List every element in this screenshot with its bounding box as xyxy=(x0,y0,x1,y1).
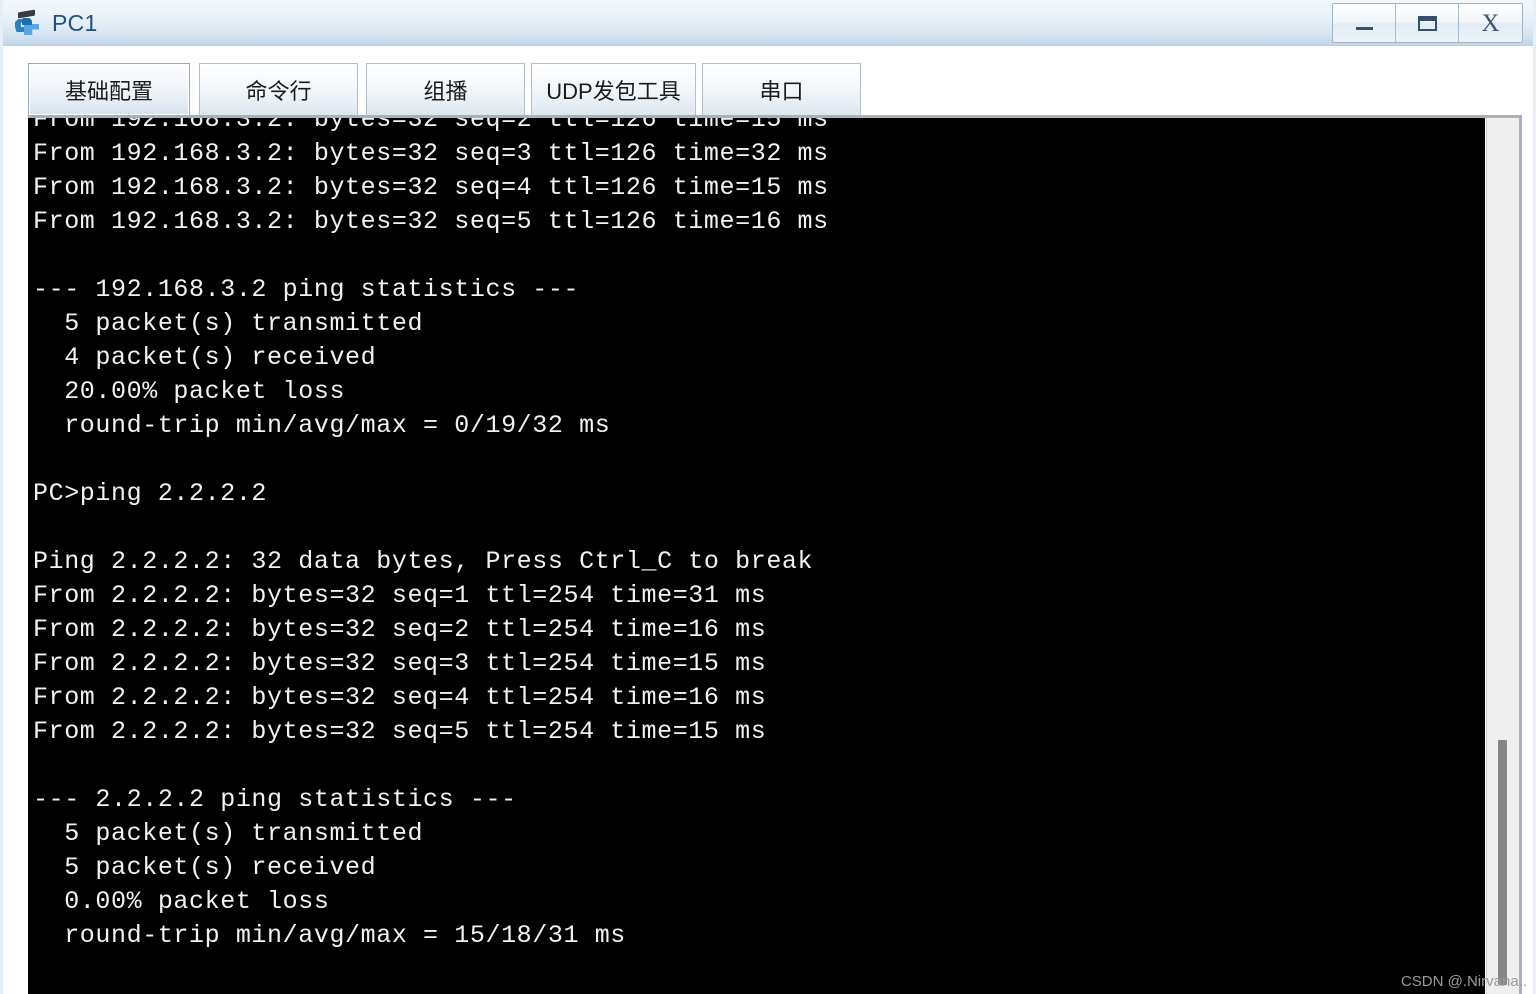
terminal-line: From 2.2.2.2: bytes=32 seq=5 ttl=254 tim… xyxy=(33,717,767,746)
terminal-output[interactable]: From 192.168.3.2: bytes=32 seq=2 ttl=126… xyxy=(28,118,1485,994)
tab-strip: 基础配置 命令行 组播 UDP发包工具 串口 xyxy=(3,47,1533,118)
tab-label: 串口 xyxy=(759,78,804,104)
terminal-line: round-trip min/avg/max = 0/19/32 ms xyxy=(33,411,611,440)
terminal-line: From 2.2.2.2: bytes=32 seq=1 ttl=254 tim… xyxy=(33,581,767,610)
maximize-icon xyxy=(1417,15,1437,31)
terminal-line: --- 2.2.2.2 ping statistics --- xyxy=(33,785,517,814)
pc-device-icon xyxy=(13,8,43,38)
title-bar-left: PC1 xyxy=(13,0,98,46)
terminal-scrollbar-thumb[interactable] xyxy=(1498,740,1507,985)
terminal-line: From 2.2.2.2: bytes=32 seq=2 ttl=254 tim… xyxy=(33,615,767,644)
close-icon: X xyxy=(1481,9,1500,37)
terminal-scrollbar-track[interactable] xyxy=(1486,118,1519,994)
terminal-line: 5 packet(s) transmitted xyxy=(33,309,424,338)
terminal-line: From 2.2.2.2: bytes=32 seq=3 ttl=254 tim… xyxy=(33,649,767,678)
terminal-line: 5 packet(s) transmitted xyxy=(33,819,424,848)
terminal-line: 4 packet(s) received xyxy=(33,343,377,372)
terminal-line: From 2.2.2.2: bytes=32 seq=4 ttl=254 tim… xyxy=(33,683,767,712)
tab-3[interactable]: UDP发包工具 xyxy=(531,63,696,115)
csdn-watermark: CSDN @.Nirvana.. xyxy=(1400,973,1527,990)
close-button[interactable]: X xyxy=(1459,4,1522,42)
tab-label: 命令行 xyxy=(245,78,312,104)
terminal-line: 5 packet(s) received xyxy=(33,853,377,882)
terminal-line: 20.00% packet loss xyxy=(33,377,346,406)
tab-4[interactable]: 串口 xyxy=(702,63,861,115)
tab-0[interactable]: 基础配置 xyxy=(28,63,190,115)
terminal-right-border xyxy=(1519,115,1522,994)
tab-2[interactable]: 组播 xyxy=(366,63,525,115)
minimize-button[interactable] xyxy=(1333,4,1396,42)
terminal-line: From 192.168.3.2: bytes=32 seq=5 ttl=126… xyxy=(33,207,829,236)
terminal-line: --- 192.168.3.2 ping statistics --- xyxy=(33,275,580,304)
tab-label: UDP发包工具 xyxy=(546,78,681,104)
pc1-window: PC1 X 基础配置 命令行 组播 UDP发包工具 串口 From 192.168.3.… xyxy=(0,0,1536,994)
title-bar: PC1 X xyxy=(3,0,1533,46)
terminal-line: From 192.168.3.2: bytes=32 seq=2 ttl=126… xyxy=(33,118,829,134)
terminal-line: 0.00% packet loss xyxy=(33,887,330,916)
terminal-line: round-trip min/avg/max = 15/18/31 ms xyxy=(33,921,626,950)
terminal-lines: From 192.168.3.2: bytes=32 seq=2 ttl=126… xyxy=(28,118,1485,987)
window-controls: X xyxy=(1332,3,1523,43)
terminal-line: From 192.168.3.2: bytes=32 seq=4 ttl=126… xyxy=(33,173,829,202)
maximize-button[interactable] xyxy=(1396,4,1459,42)
terminal-line: Ping 2.2.2.2: 32 data bytes, Press Ctrl_… xyxy=(33,547,814,576)
tab-label: 基础配置 xyxy=(64,78,153,104)
tab-1[interactable]: 命令行 xyxy=(199,63,358,115)
tab-label: 组播 xyxy=(423,78,468,104)
terminal-line: PC>ping 2.2.2.2 xyxy=(33,479,268,508)
terminal-line: From 192.168.3.2: bytes=32 seq=3 ttl=126… xyxy=(33,139,829,168)
window-title: PC1 xyxy=(52,9,98,36)
minimize-icon xyxy=(1355,26,1373,30)
